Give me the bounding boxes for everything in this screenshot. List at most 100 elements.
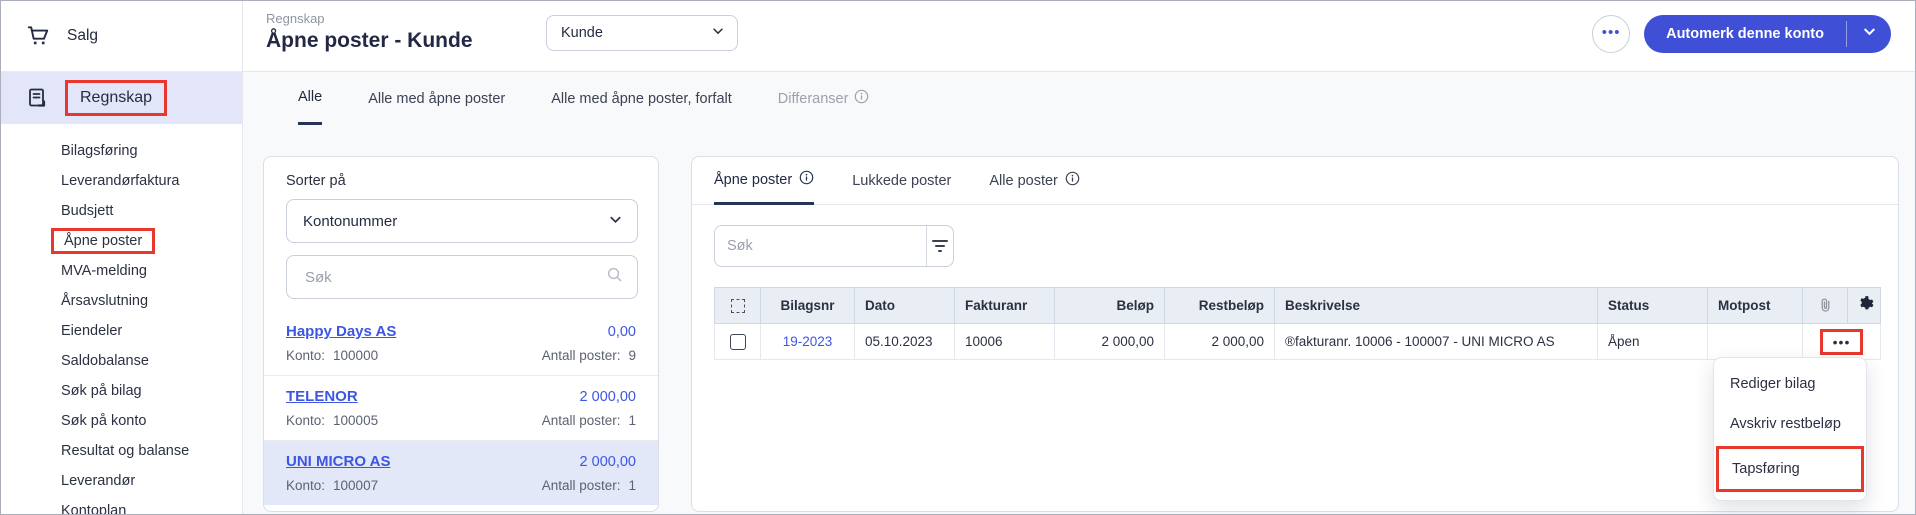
account-search-input[interactable] (303, 268, 606, 287)
breadcrumb: Regnskap (266, 11, 325, 26)
column-header-dato[interactable]: Dato (855, 288, 955, 324)
select-all-header[interactable] (715, 288, 761, 324)
bilagsnr-link[interactable]: 19-2023 (783, 334, 833, 349)
postings-search-input[interactable] (715, 226, 926, 266)
dato-cell: 05.10.2023 (855, 324, 955, 360)
info-icon (854, 89, 869, 108)
content-area: Alle Alle med åpne poster Alle med åpne … (243, 72, 1915, 514)
automerk-button[interactable]: Automerk denne konto (1644, 15, 1846, 53)
column-header-restbelop[interactable]: Restbeløp (1165, 288, 1275, 324)
entity-type-value: Kunde (561, 25, 603, 41)
account-search-box (286, 255, 638, 299)
list-item-happy-days[interactable]: Happy Days AS 0,00 Konto:100000 Antall p… (264, 311, 658, 375)
poster-count: 9 (628, 348, 636, 363)
ellipsis-icon: ••• (1602, 24, 1621, 41)
column-header-fakturanr[interactable]: Fakturanr (955, 288, 1055, 324)
customer-amount: 0,00 (608, 324, 636, 340)
sidebar-item-leverandorfaktura[interactable]: Leverandørfaktura (1, 166, 242, 196)
sidebar-item-leverandor[interactable]: Leverandør (1, 466, 242, 496)
konto-value: 100005 (333, 413, 378, 428)
info-icon (1065, 171, 1080, 190)
column-header-beskrivelse[interactable]: Beskrivelse (1275, 288, 1598, 324)
chevron-down-icon (608, 212, 623, 231)
tab-alle-med-apne-poster-forfalt[interactable]: Alle med åpne poster, forfalt (551, 72, 732, 125)
customer-amount: 2 000,00 (580, 389, 636, 405)
table-row[interactable]: 19-2023 05.10.2023 10006 2 000,00 2 000,… (715, 324, 1881, 360)
menu-item-rediger-bilag[interactable]: Rediger bilag (1714, 364, 1866, 404)
sidebar-item-regnskap[interactable]: Regnskap (1, 72, 242, 124)
page-header: Regnskap Åpne poster - Kunde Kunde ••• A… (243, 1, 1915, 72)
sidebar-item-apne-poster[interactable]: Åpne poster (1, 226, 242, 256)
sidebar-item-sok-pa-bilag[interactable]: Søk på bilag (1, 376, 242, 406)
sidebar-item-kontoplan[interactable]: Kontoplan (1, 496, 242, 515)
customer-link[interactable]: UNI MICRO AS (286, 453, 390, 470)
poster-count: 1 (628, 478, 636, 493)
cart-icon (25, 23, 51, 49)
sidebar-submenu: Bilagsføring Leverandørfaktura Budsjett … (1, 136, 242, 515)
row-more-button[interactable]: ••• (1820, 329, 1864, 355)
poster-count: 1 (628, 413, 636, 428)
header-more-button[interactable]: ••• (1592, 15, 1630, 53)
motpost-cell (1708, 324, 1803, 360)
sidebar-item-saldobalanse[interactable]: Saldobalanse (1, 346, 242, 376)
column-header-attachment (1803, 288, 1848, 324)
app-window: Salg Regnskap Bilagsføring Leverandørfak… (0, 0, 1916, 515)
sort-label: Sorter på (286, 173, 346, 189)
tab-alle-poster[interactable]: Alle poster (989, 157, 1080, 204)
sort-by-select[interactable]: Kontonummer (286, 199, 638, 243)
filter-button[interactable] (926, 226, 953, 266)
automerk-dropdown-toggle[interactable] (1847, 15, 1891, 53)
chevron-down-icon (711, 24, 725, 42)
row-actions-cell: ••• (1803, 324, 1881, 360)
bilagsnr-cell: 19-2023 (761, 324, 855, 360)
sidebar-item-mva-melding[interactable]: MVA-melding (1, 256, 242, 286)
search-icon (606, 266, 623, 288)
beskrivelse-cell: ®fakturanr. 10006 - 100007 - UNI MICRO A… (1275, 324, 1598, 360)
filter-icon (931, 237, 949, 255)
main-tab-bar: Alle Alle med åpne poster Alle med åpne … (298, 72, 869, 125)
column-header-belop[interactable]: Beløp (1055, 288, 1165, 324)
row-select-cell (715, 324, 761, 360)
tab-apne-poster[interactable]: Åpne poster (714, 157, 814, 205)
menu-item-avskriv-restbelop[interactable]: Avskriv restbeløp (1714, 404, 1866, 444)
tab-lukkede-poster[interactable]: Lukkede poster (852, 157, 951, 204)
menu-item-tapsforing[interactable]: Tapsføring (1716, 446, 1864, 492)
sort-by-value: Kontonummer (303, 213, 397, 230)
info-icon (799, 170, 814, 189)
table-settings-header[interactable] (1848, 288, 1881, 324)
sidebar-item-bilagsforing[interactable]: Bilagsføring (1, 136, 242, 166)
sidebar-item-arsavslutning[interactable]: Årsavslutning (1, 286, 242, 316)
status-cell: Åpen (1598, 324, 1708, 360)
page-title: Åpne poster - Kunde (266, 29, 473, 53)
column-header-bilagsnr[interactable]: Bilagsnr (761, 288, 855, 324)
sidebar-item-eiendeler[interactable]: Eiendeler (1, 316, 242, 346)
gear-icon (1858, 296, 1874, 315)
paperclip-icon (1819, 297, 1832, 315)
customer-list: Happy Days AS 0,00 Konto:100000 Antall p… (264, 311, 658, 505)
row-checkbox[interactable] (730, 334, 746, 350)
sidebar-item-budsjett[interactable]: Budsjett (1, 196, 242, 226)
tab-alle-med-apne-poster[interactable]: Alle med åpne poster (368, 72, 505, 125)
account-list-panel: Sorter på Kontonummer Happy Days AS 0,00 (263, 156, 659, 512)
belop-cell: 2 000,00 (1055, 324, 1165, 360)
column-header-motpost[interactable]: Motpost (1708, 288, 1803, 324)
fakturanr-cell: 10006 (955, 324, 1055, 360)
list-item-uni-micro[interactable]: UNI MICRO AS 2 000,00 Konto:100007 Antal… (264, 440, 658, 505)
restbelop-cell: 2 000,00 (1165, 324, 1275, 360)
row-context-menu: Rediger bilag Avskriv restbeløp Tapsføri… (1713, 357, 1867, 501)
postings-search-box (714, 225, 954, 267)
customer-link[interactable]: Happy Days AS (286, 323, 396, 340)
customer-amount: 2 000,00 (580, 454, 636, 470)
tab-alle[interactable]: Alle (298, 72, 322, 125)
entity-type-dropdown[interactable]: Kunde (546, 15, 738, 51)
sidebar-item-salg[interactable]: Salg (1, 1, 242, 72)
automerk-button-group: Automerk denne konto (1644, 15, 1891, 53)
customer-link[interactable]: TELENOR (286, 388, 358, 405)
tab-differanser[interactable]: Differanser (778, 72, 870, 125)
column-header-status[interactable]: Status (1598, 288, 1708, 324)
sidebar-item-sok-pa-konto[interactable]: Søk på konto (1, 406, 242, 436)
select-all-icon (731, 299, 745, 313)
sidebar-item-resultat-og-balanse[interactable]: Resultat og balanse (1, 436, 242, 466)
konto-value: 100007 (333, 478, 378, 493)
list-item-telenor[interactable]: TELENOR 2 000,00 Konto:100005 Antall pos… (264, 375, 658, 440)
